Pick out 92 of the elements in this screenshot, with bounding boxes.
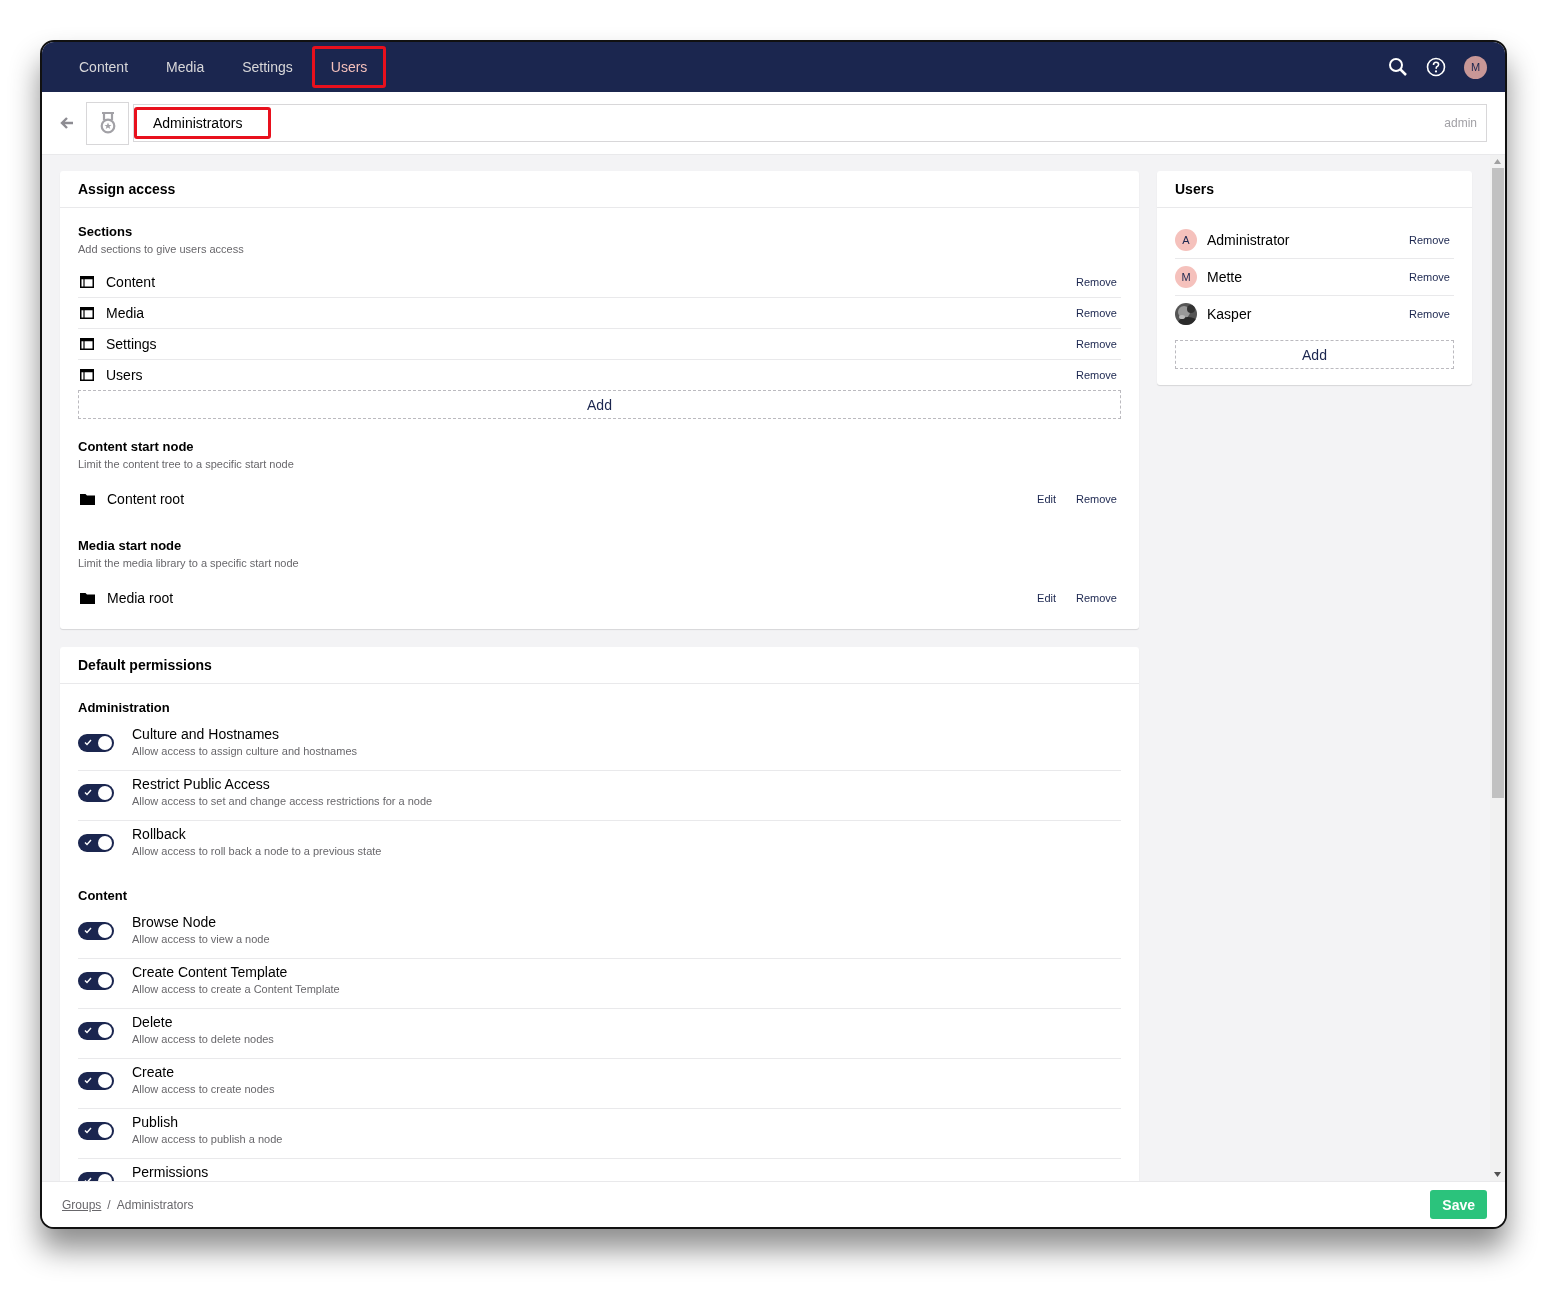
- name-field[interactable]: Administrators admin: [133, 104, 1487, 142]
- toggle-switch[interactable]: [78, 834, 114, 852]
- toggle-switch[interactable]: [78, 972, 114, 990]
- remove-link[interactable]: Remove: [1072, 338, 1121, 350]
- card-title: Users: [1175, 181, 1214, 197]
- group-description: Limit the content tree to a specific start node: [78, 458, 295, 470]
- breadcrumb-current: Administrators: [116, 1197, 194, 1212]
- group-title: Sections: [78, 224, 134, 239]
- scrollbar[interactable]: [1490, 155, 1505, 1181]
- card-title: Default permissions: [78, 657, 212, 673]
- permission-name: Create Content Template: [132, 964, 289, 980]
- remove-link[interactable]: Remove: [1405, 271, 1454, 283]
- toggle-switch[interactable]: [78, 1122, 114, 1140]
- medal-icon: [98, 112, 117, 134]
- add-button[interactable]: Add: [1175, 340, 1454, 369]
- nav-tab[interactable]: Settings: [223, 46, 312, 88]
- permission-name: Permissions: [132, 1164, 209, 1180]
- breadcrumb-separator: /: [107, 1197, 111, 1212]
- folder-icon: [80, 592, 95, 604]
- permission-description: Allow access to view a node: [132, 933, 270, 945]
- group-title: Administration: [78, 700, 171, 715]
- permission-name: Publish: [132, 1114, 179, 1130]
- breadcrumb-link[interactable]: Groups: [62, 1197, 102, 1212]
- add-button[interactable]: Add: [78, 390, 1121, 419]
- section-name: Settings: [106, 336, 158, 352]
- remove-link[interactable]: Remove: [1405, 234, 1454, 246]
- toggle-switch[interactable]: [78, 784, 114, 802]
- permission-description: Allow access to set and change access restrictions for a node: [132, 795, 433, 807]
- user-avatar[interactable]: M: [1464, 55, 1487, 79]
- group-description: Add sections to give users access: [78, 243, 245, 255]
- window-icon: [80, 369, 94, 381]
- nav-tab[interactable]: Content: [60, 46, 148, 88]
- permission-description: Allow access to roll back a node to a previous state: [132, 845, 382, 857]
- permission-description: Allow access to create a Content Template: [132, 983, 340, 995]
- user-avatar: A: [1175, 229, 1197, 251]
- section-name: Users: [106, 367, 144, 383]
- remove-link[interactable]: Remove: [1072, 369, 1121, 381]
- back-arrow-icon[interactable]: [60, 116, 74, 130]
- user-name: Administrator: [1207, 232, 1291, 248]
- name-value: Administrators: [134, 107, 272, 139]
- check-icon: [84, 1077, 92, 1084]
- folder-icon: [80, 493, 95, 505]
- action-link[interactable]: Edit: [1033, 592, 1061, 604]
- search-icon[interactable]: [1388, 57, 1408, 77]
- permission-name: Browse Node: [132, 914, 218, 930]
- group-title: Media start node: [78, 538, 183, 553]
- section-name: Content: [106, 274, 157, 290]
- check-icon: [84, 1127, 92, 1134]
- alias-text: admin: [1444, 116, 1477, 130]
- window-icon: [80, 276, 94, 288]
- check-icon: [84, 789, 92, 796]
- check-icon: [84, 1027, 92, 1034]
- window-icon: [80, 338, 94, 350]
- check-icon: [84, 839, 92, 846]
- node-name: Media root: [107, 590, 175, 606]
- permission-name: Culture and Hostnames: [132, 726, 281, 742]
- scroll-down-icon[interactable]: [1494, 1172, 1501, 1177]
- help-icon[interactable]: [1426, 57, 1446, 77]
- nav-tab[interactable]: Users: [311, 46, 387, 88]
- node-name: Content root: [107, 491, 186, 507]
- permission-name: Rollback: [132, 826, 187, 842]
- group-title: Content: [78, 888, 129, 903]
- permission-description: Allow access to assign culture and hostnames: [132, 745, 357, 757]
- remove-link[interactable]: Remove: [1072, 276, 1121, 288]
- action-link[interactable]: Remove: [1072, 592, 1121, 604]
- nav-tab[interactable]: Media: [147, 46, 224, 88]
- permission-name: Create: [132, 1064, 176, 1080]
- window-icon: [80, 307, 94, 319]
- group-description: Limit the media library to a specific start node: [78, 557, 300, 569]
- remove-link[interactable]: Remove: [1072, 307, 1121, 319]
- action-link[interactable]: Remove: [1072, 493, 1121, 505]
- user-name: Kasper: [1207, 306, 1253, 322]
- permission-name: Restrict Public Access: [132, 776, 271, 792]
- permission-description: Allow access to create nodes: [132, 1083, 275, 1095]
- permission-name: Delete: [132, 1014, 174, 1030]
- check-icon: [84, 927, 92, 934]
- toggle-switch[interactable]: [78, 1022, 114, 1040]
- check-icon: [84, 739, 92, 746]
- action-link[interactable]: Edit: [1033, 493, 1061, 505]
- section-name: Media: [106, 305, 146, 321]
- toggle-switch[interactable]: [78, 922, 114, 940]
- user-avatar: M: [1175, 266, 1197, 288]
- permission-description: Allow access to delete nodes: [132, 1033, 274, 1045]
- icon-picker[interactable]: [86, 101, 129, 145]
- card-title: Assign access: [78, 181, 176, 197]
- remove-link[interactable]: Remove: [1405, 308, 1454, 320]
- check-icon: [84, 977, 92, 984]
- toggle-switch[interactable]: [78, 1072, 114, 1090]
- group-title: Content start node: [78, 439, 195, 454]
- toggle-switch[interactable]: [78, 734, 114, 752]
- user-name: Mette: [1207, 269, 1243, 285]
- permission-description: Allow access to publish a node: [132, 1133, 283, 1145]
